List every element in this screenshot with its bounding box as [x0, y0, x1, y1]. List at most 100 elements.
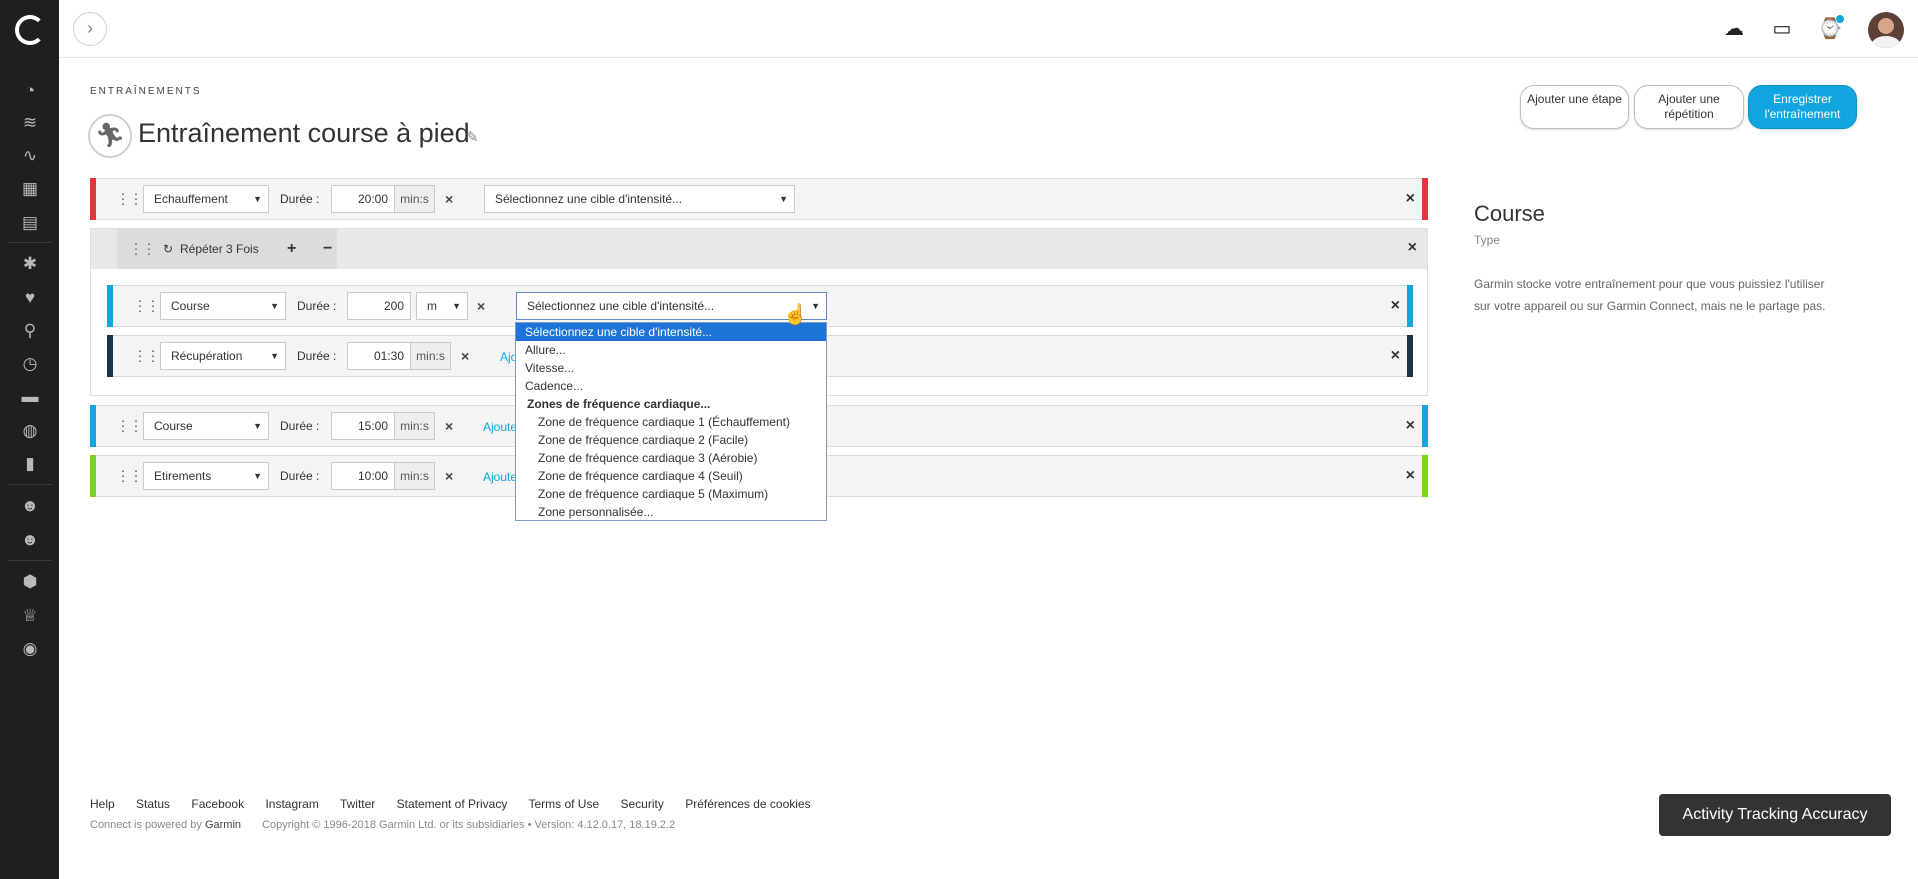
step-color-bar — [90, 178, 96, 220]
hand-cursor-icon: ☝ — [783, 304, 808, 326]
footer-link-terms[interactable]: Terms of Use — [528, 797, 599, 811]
add-target-link[interactable]: Ajoute — [483, 470, 517, 484]
upload-cloud-icon[interactable]: ☁ — [1720, 15, 1748, 43]
activity-tracking-accuracy-button[interactable]: Activity Tracking Accuracy — [1659, 794, 1891, 836]
delete-repeat-icon[interactable]: × — [1408, 239, 1417, 257]
edit-pencil-icon[interactable]: ✎ — [466, 128, 479, 146]
intensity-target-value: Sélectionnez une cible d'intensité... — [495, 192, 683, 206]
duration-input[interactable]: 15:00 — [331, 412, 395, 440]
dashboard-icon[interactable]: ◔ — [18, 80, 42, 102]
dropdown-option-hr-zone-1[interactable]: Zone de fréquence cardiaque 1 (Échauffem… — [516, 413, 826, 431]
add-target-link[interactable]: Ajoute — [483, 420, 517, 434]
footer-link-instagram[interactable]: Instagram — [265, 797, 318, 811]
add-step-button[interactable]: Ajouter une étape — [1520, 85, 1629, 129]
step-color-bar — [107, 285, 113, 327]
intensity-target-select[interactable]: Sélectionnez une cible d'intensité... ▼ — [484, 185, 795, 213]
step-type-value: Récupération — [171, 349, 243, 363]
insights-bulb-icon[interactable]: ◍ — [18, 420, 42, 442]
drag-handle-icon[interactable]: ⋮⋮ — [133, 298, 160, 315]
footer-link-help[interactable]: Help — [90, 797, 115, 811]
duration-input[interactable]: 10:00 — [331, 462, 395, 490]
footer-link-cookies[interactable]: Préférences de cookies — [685, 797, 810, 811]
dropdown-option-select-target[interactable]: Sélectionnez une cible d'intensité... — [516, 323, 826, 341]
duration-unit[interactable]: min:s — [411, 342, 451, 370]
duration-input[interactable]: 01:30 — [347, 342, 411, 370]
footer-link-privacy[interactable]: Statement of Privacy — [397, 797, 508, 811]
clear-duration-icon[interactable]: × — [445, 468, 453, 484]
delete-step-icon[interactable]: × — [1406, 190, 1415, 208]
footer-link-twitter[interactable]: Twitter — [340, 797, 375, 811]
dropdown-option-speed[interactable]: Vitesse... — [516, 359, 826, 377]
delete-step-icon[interactable]: × — [1391, 297, 1400, 315]
dropdown-option-hr-zone-5[interactable]: Zone de fréquence cardiaque 5 (Maximum) — [516, 485, 826, 503]
distance-input[interactable]: 200 — [347, 292, 411, 320]
footer-link-security[interactable]: Security — [621, 797, 664, 811]
distance-unit-select[interactable]: m ▼ — [416, 292, 468, 320]
device-watch-icon[interactable]: ⌚ — [1816, 15, 1844, 43]
footer-link-status[interactable]: Status — [136, 797, 170, 811]
step-type-select[interactable]: Course ▼ — [143, 412, 269, 440]
connections-icon[interactable]: ☻ — [18, 495, 42, 517]
delete-step-icon[interactable]: × — [1406, 467, 1415, 485]
activities-icon[interactable]: ✱ — [18, 253, 42, 275]
delete-step-icon[interactable]: × — [1406, 417, 1415, 435]
footer-brand-link[interactable]: Garmin — [205, 819, 241, 831]
step-type-value: Etirements — [154, 469, 212, 483]
dropdown-option-hr-zone-3[interactable]: Zone de fréquence cardiaque 3 (Aérobie) — [516, 449, 826, 467]
news-feed-icon[interactable]: ▤ — [18, 212, 42, 234]
breadcrumb[interactable]: ENTRAÎNEMENTS — [90, 86, 202, 97]
expand-sidebar-button[interactable]: › — [73, 12, 107, 46]
user-avatar[interactable] — [1868, 12, 1904, 48]
layers-icon[interactable]: ≋ — [18, 112, 42, 134]
badges-icon[interactable]: ⬢ — [18, 571, 42, 593]
trophy-icon[interactable]: ♕ — [18, 605, 42, 627]
dropdown-option-cadence[interactable]: Cadence... — [516, 377, 826, 395]
clear-duration-icon[interactable]: × — [445, 191, 453, 207]
step-type-select[interactable]: Etirements ▼ — [143, 462, 269, 490]
duration-input[interactable]: 20:00 — [331, 185, 395, 213]
duration-unit[interactable]: min:s — [395, 185, 435, 213]
save-workout-button[interactable]: Enregistrer l'entraînement — [1748, 85, 1857, 129]
drag-handle-icon[interactable]: ⋮⋮ — [133, 348, 160, 365]
dropdown-option-custom-zone[interactable]: Zone personnalisée... — [516, 503, 826, 521]
delete-step-icon[interactable]: × — [1391, 347, 1400, 365]
step-warmup: ⋮⋮ Echauffement ▼ Durée : 20:00 min:s × S… — [90, 178, 1428, 220]
target-icon[interactable]: ◉ — [18, 638, 42, 660]
chevron-down-icon: ▼ — [270, 301, 279, 311]
duration-unit[interactable]: min:s — [395, 412, 435, 440]
repeat-label[interactable]: Répéter 3 Fois — [180, 242, 259, 256]
running-icon[interactable]: ⚲ — [18, 320, 42, 342]
add-repeat-button[interactable]: Ajouter une répétition — [1634, 85, 1744, 129]
drag-handle-icon[interactable]: ⋮⋮ — [129, 241, 156, 258]
clear-duration-icon[interactable]: × — [477, 298, 485, 314]
dropdown-option-hr-zone-4[interactable]: Zone de fréquence cardiaque 4 (Seuil) — [516, 467, 826, 485]
clear-duration-icon[interactable]: × — [461, 348, 469, 364]
stopwatch-icon[interactable]: ◷ — [18, 353, 42, 375]
reports-icon[interactable]: ▮ — [18, 453, 42, 475]
step-type-select[interactable]: Echauffement ▼ — [143, 185, 269, 213]
drag-handle-icon[interactable]: ⋮⋮ — [116, 191, 143, 208]
groups-icon[interactable]: ☻ — [18, 529, 42, 551]
step-type-select[interactable]: Récupération ▼ — [160, 342, 286, 370]
intensity-target-select-open[interactable]: Sélectionnez une cible d'intensité... ▼ — [516, 292, 827, 320]
step-type-select[interactable]: Course ▼ — [160, 292, 286, 320]
activity-chart-icon[interactable]: ∿ — [18, 145, 42, 167]
calendar-icon[interactable]: ▦ — [18, 178, 42, 200]
heart-icon[interactable]: ♥ — [18, 287, 42, 309]
duration-label: Durée : — [280, 192, 320, 206]
step-color-bar — [1407, 285, 1413, 327]
drag-handle-icon[interactable]: ⋮⋮ — [116, 468, 143, 485]
clear-duration-icon[interactable]: × — [445, 418, 453, 434]
step-color-bar — [90, 405, 96, 447]
shoe-icon[interactable]: ▬ — [18, 386, 42, 408]
garmin-connect-logo-icon[interactable] — [15, 15, 45, 45]
footer-link-facebook[interactable]: Facebook — [191, 797, 244, 811]
drag-handle-icon[interactable]: ⋮⋮ — [116, 418, 143, 435]
duration-unit[interactable]: min:s — [395, 462, 435, 490]
inbox-icon[interactable]: ▭ — [1768, 15, 1796, 43]
repeat-increase-button[interactable]: + — [287, 240, 296, 258]
dropdown-option-pace[interactable]: Allure... — [516, 341, 826, 359]
dropdown-option-hr-zone-2[interactable]: Zone de fréquence cardiaque 2 (Facile) — [516, 431, 826, 449]
repeat-decrease-button[interactable]: − — [323, 240, 332, 258]
step-color-bar — [107, 335, 113, 377]
